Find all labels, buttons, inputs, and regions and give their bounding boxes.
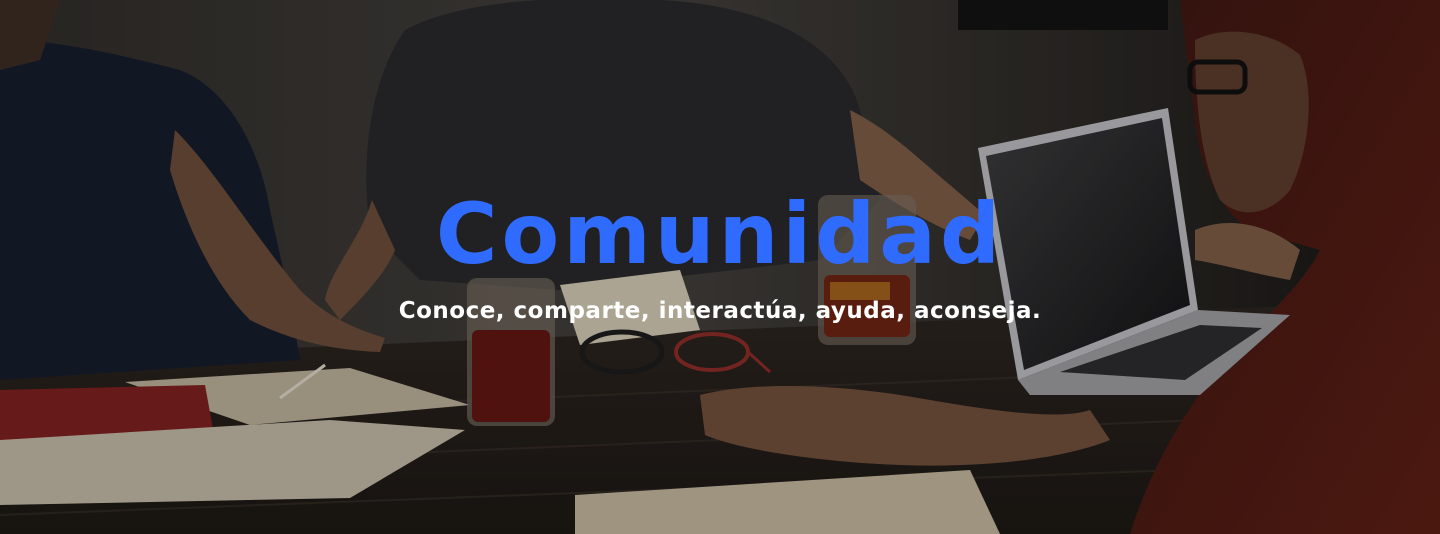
page-title: Comunidad xyxy=(435,185,1005,283)
page-subtitle: Conoce, comparte, interactúa, ayuda, aco… xyxy=(398,298,1042,324)
hero-banner: Comunidad Conoce, comparte, interactúa, … xyxy=(0,0,1440,534)
hero-content: Comunidad Conoce, comparte, interactúa, … xyxy=(0,186,1440,326)
